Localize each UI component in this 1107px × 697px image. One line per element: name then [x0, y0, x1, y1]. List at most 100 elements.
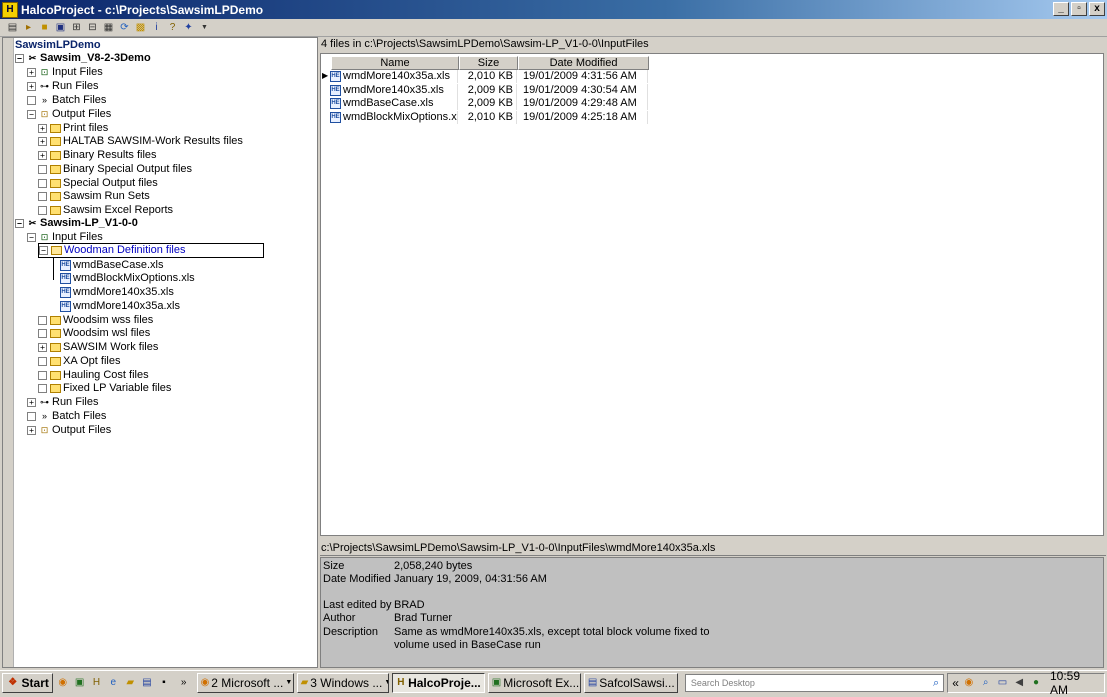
save-icon[interactable]: ▣ — [54, 21, 67, 34]
tree-node-input-files[interactable]: + ⊡ Input Files — [27, 66, 103, 79]
file-list[interactable]: Name Size Date Modified ▶ HE wmdMore140x… — [320, 53, 1104, 536]
table-row[interactable]: HE wmdBaseCase.xls 2,009 KB 19/01/2009 4… — [330, 97, 648, 110]
tree-node-excel-reports[interactable]: . Sawsim Excel Reports — [38, 204, 173, 217]
expand-icon[interactable]: + — [38, 343, 47, 352]
tree-file-item[interactable]: HE wmdBlockMixOptions.xls — [60, 272, 195, 285]
properties-icon[interactable]: ▦ — [102, 21, 115, 34]
taskbar-button-excel[interactable]: ▣ Microsoft Ex... — [487, 672, 581, 693]
network-icon[interactable]: ▭ — [996, 676, 1010, 690]
cell-size: 2,009 KB — [458, 97, 517, 110]
excel-icon[interactable]: ▩ — [134, 21, 147, 34]
minimize-button[interactable]: _ — [1053, 2, 1069, 16]
collapse-icon[interactable]: − — [39, 246, 48, 255]
tree-node-special-output[interactable]: . Special Output files — [38, 177, 158, 190]
dropdown-icon[interactable]: ▼ — [198, 21, 211, 34]
tray-expand-icon[interactable]: « — [952, 676, 959, 690]
taskbar-button-microsoft[interactable]: ◉ 2 Microsoft ... ▼ — [196, 672, 294, 693]
collapse-icon[interactable]: − — [27, 233, 36, 242]
expand-icon[interactable]: + — [38, 124, 47, 133]
document-icon[interactable]: ▤ — [140, 676, 154, 690]
folder-icon[interactable]: ■ — [38, 21, 51, 34]
tree-file-item[interactable]: HE wmdMore140x35a.xls — [60, 300, 180, 313]
project-tree[interactable]: SawsimLPDemo − ✂ Sawsim_V8-2-3Demo + ⊡ Input… — [2, 37, 318, 668]
tree-root[interactable]: SawsimLPDemo — [15, 39, 101, 52]
tree-node-woodsim-wss[interactable]: . Woodsim wss files — [38, 314, 153, 327]
folder-icon — [50, 192, 61, 201]
tree-node-label: Sawsim-LP_V1-0-0 — [40, 217, 138, 229]
console-icon[interactable]: ▪ — [157, 676, 171, 690]
expand-icon[interactable]: + — [38, 137, 47, 146]
tree-node-print-files[interactable]: + Print files — [38, 122, 108, 135]
ie-icon[interactable]: e — [106, 676, 120, 690]
refresh-icon[interactable]: ⟳ — [118, 21, 131, 34]
tree-node-xa-opt[interactable]: . XA Opt files — [38, 355, 120, 368]
tree-node-haltab[interactable]: + HALTAB SAWSIM-Work Results files — [38, 135, 243, 148]
column-name-header[interactable]: Name — [331, 56, 459, 70]
expand-icon[interactable]: + — [27, 398, 36, 407]
tray-app-icon[interactable]: ◉ — [962, 676, 976, 690]
info-icon[interactable]: i — [150, 21, 163, 34]
close-button[interactable]: x — [1089, 2, 1105, 16]
tree-node-label: wmdBaseCase.xls — [73, 259, 164, 271]
tree-node-batch-files[interactable]: . » Batch Files — [27, 410, 106, 423]
tree-node-project[interactable]: − ✂ Sawsim-LP_V1-0-0 — [15, 217, 138, 230]
halco-icon[interactable]: H — [90, 676, 104, 690]
tree-file-item[interactable]: HE wmdMore140x35.xls — [60, 286, 174, 299]
volume-icon[interactable]: ◀ — [1012, 676, 1026, 690]
column-size-header[interactable]: Size — [459, 56, 518, 70]
tree-node-run-files[interactable]: + ⊶ Run Files — [27, 80, 98, 93]
tree-node-run-files[interactable]: + ⊶ Run Files — [27, 396, 98, 409]
app-icon: ◉ — [200, 676, 210, 688]
tree-node-woodman-selected[interactable]: − Woodman Definition files — [38, 243, 264, 258]
table-row[interactable]: HE wmdMore140x35a.xls 2,010 KB 19/01/200… — [330, 70, 648, 83]
tree-node-project[interactable]: − ✂ Sawsim_V8-2-3Demo — [15, 52, 151, 65]
security-icon[interactable]: ● — [1029, 676, 1043, 690]
folder-icon — [50, 206, 61, 215]
browser-icon[interactable]: ◉ — [56, 676, 70, 690]
tree-node-output-files[interactable]: − ⊡ Output Files — [27, 108, 111, 121]
desktop-search-input[interactable]: Search Desktop ⌕ — [684, 673, 945, 692]
tree-node-output-files[interactable]: + ⊡ Output Files — [27, 424, 111, 437]
tree-node-binary-results[interactable]: + Binary Results files — [38, 149, 157, 162]
folder-icon[interactable]: ▰ — [123, 676, 137, 690]
taskbar-button-halco[interactable]: H HalcoProje... — [391, 672, 485, 693]
tray-search-icon[interactable]: ⌕ — [979, 676, 993, 690]
restore-button[interactable]: ▫ — [1071, 2, 1087, 16]
options-icon[interactable]: ✦ — [182, 21, 195, 34]
tree-node-fixed-lp[interactable]: . Fixed LP Variable files — [38, 382, 171, 395]
expand-icon[interactable]: + — [27, 68, 36, 77]
collapse-icon[interactable]: − — [27, 110, 36, 119]
excel-icon[interactable]: ▣ — [73, 676, 87, 690]
title-bar[interactable]: H HalcoProject - c:\Projects\SawsimLPDem… — [0, 0, 1107, 19]
tree-file-item[interactable]: HE wmdBaseCase.xls — [60, 259, 163, 272]
folder-icon — [50, 371, 61, 380]
tree-node-run-sets[interactable]: . Sawsim Run Sets — [38, 190, 150, 203]
table-row[interactable]: HE wmdMore140x35.xls 2,009 KB 19/01/2009… — [330, 84, 648, 97]
start-button[interactable]: ❖ Start — [2, 672, 53, 693]
taskbar-button-windows[interactable]: ▰3 Windows ...▼ — [296, 672, 389, 693]
tree-node-binary-special[interactable]: . Binary Special Output files — [38, 163, 192, 176]
tree-node-woodsim-wsl[interactable]: . Woodsim wsl files — [38, 327, 150, 340]
help-icon[interactable]: ? — [166, 21, 179, 34]
new-icon[interactable]: ▤ — [6, 21, 19, 34]
expand-icon[interactable]: + — [38, 151, 47, 160]
quicklaunch-more-icon[interactable]: » — [174, 676, 194, 690]
tree-node-hauling-cost[interactable]: . Hauling Cost files — [38, 369, 149, 382]
taskbar-button-safcol[interactable]: ▤ SafcolSawsi... — [583, 672, 678, 693]
tree-node-batch-files[interactable]: . » Batch Files — [27, 94, 106, 107]
clock[interactable]: 10:59 AM — [1050, 669, 1100, 697]
expand-icon[interactable]: + — [27, 82, 36, 91]
expand-icon[interactable]: + — [27, 426, 36, 435]
tree-add-icon[interactable]: ⊟ — [86, 21, 99, 34]
tree-node-label: Batch Files — [52, 94, 107, 106]
cell-size: 2,010 KB — [458, 70, 517, 83]
collapse-icon[interactable]: − — [15, 54, 24, 63]
search-icon[interactable]: ⌕ — [933, 675, 939, 691]
tree-node-sawsim-work[interactable]: + SAWSIM Work files — [38, 341, 158, 354]
table-row[interactable]: HE wmdBlockMixOptions.xls 2,010 KB 19/01… — [330, 111, 648, 124]
column-date-header[interactable]: Date Modified — [518, 56, 649, 70]
project-icon: ✂ — [28, 218, 37, 228]
tree-icon[interactable]: ⊞ — [70, 21, 83, 34]
collapse-icon[interactable]: − — [15, 219, 24, 228]
open-icon[interactable]: ▸ — [22, 21, 35, 34]
